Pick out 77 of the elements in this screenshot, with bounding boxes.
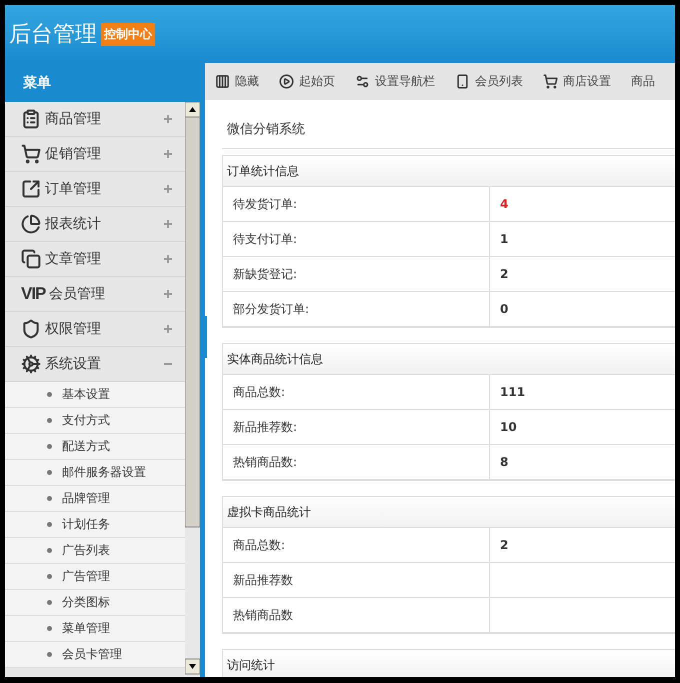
gears-icon xyxy=(21,354,41,374)
submenu-item[interactable]: 品牌管理 xyxy=(5,486,185,512)
play-icon xyxy=(279,74,294,89)
menu-item[interactable]: 促销管理 xyxy=(5,137,185,172)
bullet-icon xyxy=(47,496,52,501)
stat-label: 待支付订单: xyxy=(223,222,490,256)
submenu-item[interactable]: 广告列表 xyxy=(5,538,185,564)
menu-item-label: 系统设置 xyxy=(45,355,102,373)
menu-item-label: 会员管理 xyxy=(49,285,106,303)
cart-icon xyxy=(543,74,558,89)
submenu-item[interactable]: 广告管理 xyxy=(5,564,185,590)
stat-label: 部分发货订单: xyxy=(223,292,490,326)
toolbar-item[interactable]: 商店设置 xyxy=(543,73,611,90)
app-title: 后台管理 xyxy=(9,21,97,49)
scrollbar[interactable] xyxy=(185,102,200,677)
submenu-item[interactable]: 邮件服务器设置 xyxy=(5,460,185,486)
menu-item[interactable]: 文章管理 xyxy=(5,242,185,277)
bullet-icon xyxy=(47,548,52,553)
stat-label: 商品总数: xyxy=(223,528,490,562)
bullet-icon xyxy=(47,626,52,631)
submenu-item[interactable]: 基本设置 xyxy=(5,382,185,408)
stat-value: 10 xyxy=(499,419,518,436)
menu-item[interactable]: 商品管理 xyxy=(5,102,185,137)
stat-value: 2 xyxy=(499,266,510,283)
bullet-icon xyxy=(47,574,52,579)
stat-value: 1 xyxy=(499,231,510,248)
submenu-item[interactable]: 配送方式 xyxy=(5,434,185,460)
share-icon xyxy=(21,179,41,199)
stat-value: 2 xyxy=(499,537,510,554)
toolbar-item[interactable]: 会员列表 xyxy=(455,73,523,90)
stat-label: 热销商品数: xyxy=(223,445,490,479)
page-title: 微信分销系统 xyxy=(222,120,675,149)
stat-value: 0 xyxy=(499,301,510,318)
stat-value: 111 xyxy=(499,384,526,401)
stat-label: 新品推荐数: xyxy=(223,410,490,444)
bullet-icon xyxy=(47,392,52,397)
bullet-icon xyxy=(47,600,52,605)
menu-heading: 菜单 xyxy=(22,74,52,92)
toolbar-item[interactable]: 设置导航栏 xyxy=(355,73,435,90)
control-center-badge: 控制中心 xyxy=(101,22,155,46)
stat-label: 待发货订单: xyxy=(223,187,490,221)
bullet-icon xyxy=(47,522,52,527)
submenu-item[interactable]: 菜单管理 xyxy=(5,616,185,642)
phone-icon xyxy=(455,74,470,89)
stat-value: 4 xyxy=(499,196,510,213)
menu-item-label: 权限管理 xyxy=(45,320,102,338)
vip-icon: VIP xyxy=(21,284,45,304)
bullet-icon xyxy=(47,470,52,475)
stat-label: 热销商品数 xyxy=(223,598,490,632)
menu-item-label: 促销管理 xyxy=(45,145,102,163)
menu-item[interactable]: 报表统计 xyxy=(5,207,185,242)
submenu-item[interactable]: 分类图标 xyxy=(5,590,185,616)
bullet-icon xyxy=(47,418,52,423)
pie-chart-icon xyxy=(21,214,41,234)
menu-item-label: 商品管理 xyxy=(45,110,102,128)
bullet-icon xyxy=(47,444,52,449)
menu-item-label: 订单管理 xyxy=(45,180,102,198)
toolbar-item[interactable]: 隐藏 xyxy=(215,73,259,90)
submenu-item[interactable]: 计划任务 xyxy=(5,512,185,538)
toolbar-item[interactable]: 商品 xyxy=(631,73,655,90)
shield-icon xyxy=(21,319,41,339)
stat-label: 商品总数: xyxy=(223,375,490,409)
cart-icon xyxy=(21,144,41,164)
stat-value: 8 xyxy=(499,454,510,471)
columns-icon xyxy=(215,74,230,89)
settings-icon xyxy=(355,74,370,89)
copy-icon xyxy=(21,249,41,269)
bullet-icon xyxy=(47,652,52,657)
menu-item-label: 报表统计 xyxy=(45,215,102,233)
stat-label: 新缺货登记: xyxy=(223,257,490,291)
toolbar-item[interactable]: 起始页 xyxy=(279,73,335,90)
submenu-item[interactable]: 支付方式 xyxy=(5,408,185,434)
submenu-item[interactable]: 会员卡管理 xyxy=(5,642,185,668)
notepad-icon xyxy=(21,109,41,129)
menu-item[interactable]: 订单管理 xyxy=(5,172,185,207)
menu-item-label: 文章管理 xyxy=(45,250,102,268)
stat-label: 新品推荐数 xyxy=(223,563,490,597)
